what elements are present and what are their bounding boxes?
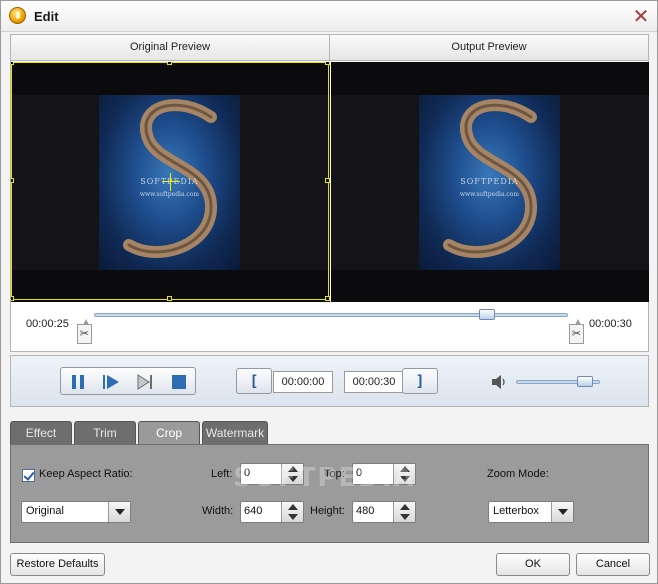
image-subcaption: www.softpedia.com [459,191,520,198]
aspect-ratio-select[interactable]: Original [21,501,131,523]
zoom-mode-value: Letterbox [493,505,539,517]
tab-effect[interactable]: Effect [10,421,72,444]
tab-watermark[interactable]: Watermark [202,421,268,444]
crop-frame[interactable] [11,62,330,301]
end-time-field[interactable]: 00:00:30 [344,371,404,393]
preview-panel: Original Preview Output Preview SOFTPEDI… [10,34,649,352]
stop-icon[interactable] [169,372,189,392]
width-stepper[interactable]: 640 [240,501,304,523]
next-frame-icon[interactable] [135,372,155,392]
softpedia-watermark: SOFTPEDIA [233,463,416,493]
edit-window: Edit ✕ Original Preview Output Preview S… [0,0,658,584]
keep-aspect-checkbox[interactable] [22,469,35,482]
left-label: Left: [211,468,233,480]
chevron-down-icon[interactable] [551,502,573,522]
control-bar: [ 00:00:00 00:00:30 ] [10,355,649,407]
playback-controls [60,367,196,395]
output-preview-label: Output Preview [330,35,648,61]
restore-defaults-button[interactable]: Restore Defaults [10,553,105,576]
start-cut-marker-icon[interactable]: ✂ [77,319,92,344]
speaker-icon[interactable] [491,374,507,390]
aspect-ratio-value: Original [26,505,64,517]
start-time-field[interactable]: 00:00:00 [273,371,333,393]
crop-handle[interactable] [11,62,14,65]
start-time-label: 00:00:25 [26,318,69,330]
set-start-button[interactable]: [ [236,368,272,394]
original-preview-label: Original Preview [11,35,330,61]
zoom-mode-select[interactable]: Letterbox [488,501,574,523]
seek-bar[interactable] [94,313,568,317]
keep-aspect-label: Keep Aspect Ratio: [39,468,133,480]
crop-handle[interactable] [325,178,330,183]
width-value: 640 [244,505,263,517]
ok-button[interactable]: OK [496,553,570,576]
output-preview-video: SOFTPEDIA www.softpedia.com [331,62,649,302]
window-title: Edit [34,9,59,24]
crop-handle[interactable] [167,296,172,301]
pause-icon[interactable] [68,372,88,392]
preview-image: SOFTPEDIA www.softpedia.com [419,95,560,270]
close-icon[interactable]: ✕ [631,6,651,26]
title-bar: Edit ✕ [1,1,657,32]
image-caption: SOFTPEDIA [460,177,519,186]
tab-crop[interactable]: Crop [138,421,200,445]
end-time-label: 00:00:30 [589,318,632,330]
cancel-button[interactable]: Cancel [576,553,650,576]
volume-thumb[interactable] [577,376,594,387]
zoom-mode-label: Zoom Mode: [487,468,549,480]
crop-handle[interactable] [167,62,172,65]
tab-trim[interactable]: Trim [74,421,136,444]
crop-handle[interactable] [325,62,330,65]
chevron-down-icon[interactable] [108,502,130,522]
set-end-button[interactable]: ] [402,368,438,394]
crop-handle[interactable] [325,296,330,301]
seek-thumb[interactable] [478,309,495,320]
play-icon[interactable] [101,372,121,392]
height-value: 480 [356,505,375,517]
end-cut-marker-icon[interactable]: ✂ [569,319,584,344]
original-preview-video[interactable]: SOFTPEDIA www.softpedia.com [11,62,330,302]
stepper-arrows-icon[interactable] [393,502,415,522]
width-label: Width: [202,505,234,517]
stepper-arrows-icon[interactable] [281,502,303,522]
crop-handle[interactable] [11,178,14,183]
app-icon [9,7,26,24]
crop-settings-panel: Keep Aspect Ratio: Original Left: 0 Top:… [10,444,649,543]
height-label: Height: [310,505,345,517]
crosshair-icon[interactable] [162,173,180,191]
crop-handle[interactable] [11,296,14,301]
height-stepper[interactable]: 480 [352,501,416,523]
